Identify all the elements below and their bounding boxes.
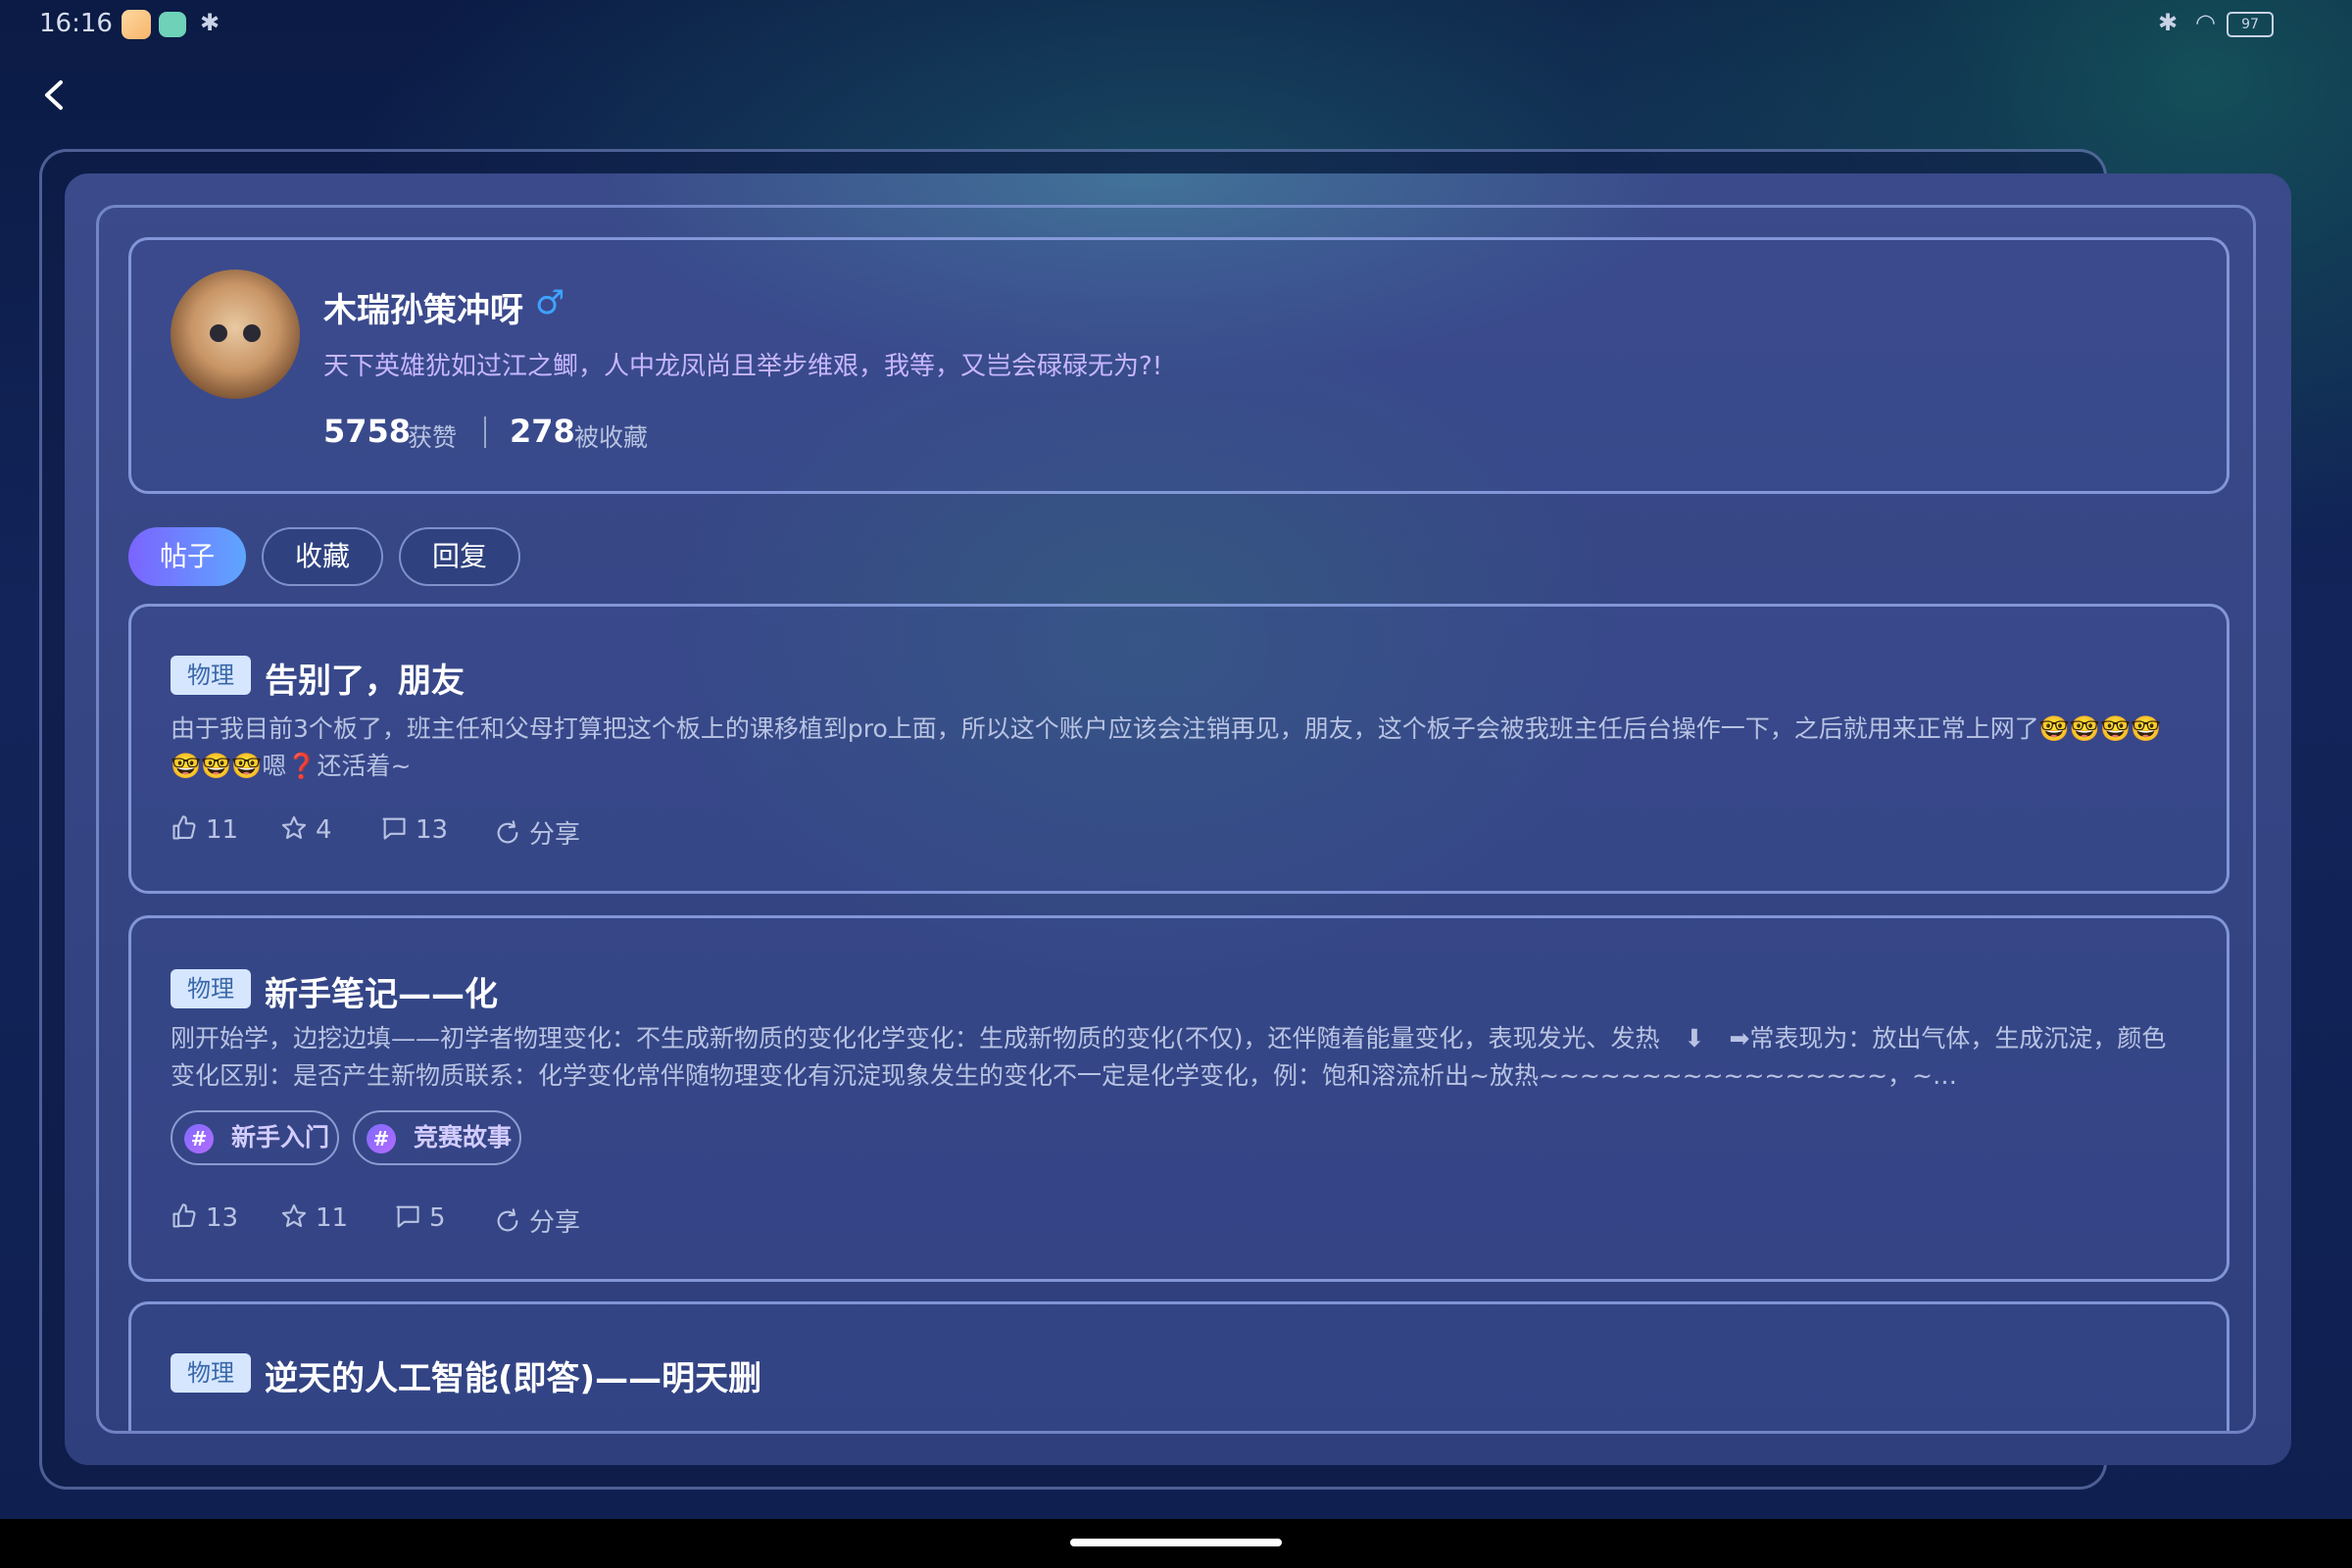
share-icon	[497, 820, 518, 844]
category-badge: 物理	[171, 1353, 251, 1393]
star-button[interactable]: 11	[280, 1202, 348, 1233]
comment-button[interactable]: 13	[380, 814, 448, 845]
post-title[interactable]: 新手笔记——化	[265, 967, 498, 1015]
back-button[interactable]	[35, 69, 74, 118]
star-count: 11	[316, 1203, 349, 1233]
favorites-label: 被收藏	[574, 423, 649, 452]
comment-icon	[396, 1205, 419, 1228]
app-notification-icon-2	[159, 12, 186, 37]
post-body: 刚开始学，边挖边填——初学者物理变化：不生成新物质的变化化学变化：生成新物质的变…	[171, 1024, 2167, 1090]
avatar[interactable]	[171, 270, 300, 399]
post-card[interactable]: 物理 新手笔记——化 刚开始学，边挖边填——初学者物理变化：不生成新物质的变化化…	[128, 915, 2230, 1282]
chevron-left-icon	[45, 80, 63, 110]
avatar-eye-left	[210, 324, 227, 342]
tab-favorites[interactable]: 收藏	[262, 527, 383, 586]
post-card[interactable]: 物理 告别了，朋友 由于我目前3个板了，班主任和父母打算把这个板上的课移植到pr…	[128, 604, 2230, 894]
topic-tag[interactable]: # 新手入门	[171, 1110, 339, 1165]
comment-icon	[382, 817, 406, 840]
tab-replies[interactable]: 回复	[399, 527, 520, 586]
comment-count: 5	[429, 1203, 446, 1233]
post-title[interactable]: 告别了，朋友	[265, 654, 465, 702]
thumbs-up-icon	[172, 815, 196, 840]
stat-divider	[484, 416, 486, 448]
category-badge: 物理	[171, 656, 251, 695]
user-bio: 天下英雄犹如过江之鲫，人中龙凤尚且举步维艰，我等，又岂会碌碌无为?!	[323, 352, 1163, 381]
like-count: 13	[206, 1203, 239, 1233]
like-button[interactable]: 13	[171, 1202, 238, 1233]
share-button[interactable]: 分享	[494, 1202, 580, 1239]
like-count: 11	[206, 815, 239, 845]
status-time: 16:16	[39, 9, 113, 38]
tag-label: 竞赛故事	[414, 1123, 513, 1152]
share-label: 分享	[529, 1208, 581, 1238]
username: 木瑞孙策冲呀	[323, 291, 523, 330]
profile-card: 木瑞孙策冲呀 ♂ 天下英雄犹如过江之鲫，人中龙凤尚且举步维艰，我等，又岂会碌碌无…	[128, 237, 2230, 494]
post-card[interactable]: 物理 逆天的人工智能(即答)——明天删	[128, 1301, 2230, 1431]
app-notification-icon	[122, 10, 151, 39]
star-count: 4	[316, 815, 332, 845]
thumbs-up-icon	[172, 1203, 196, 1228]
post-body: 由于我目前3个板了，班主任和父母打算把这个板上的课移植到pro上面，所以这个账户…	[171, 714, 2162, 780]
star-button[interactable]: 4	[280, 814, 332, 845]
bluetooth-icon: ✱	[200, 9, 220, 36]
star-icon	[281, 1203, 307, 1227]
share-label: 分享	[529, 820, 581, 850]
like-button[interactable]: 11	[171, 814, 238, 845]
hashtag-icon: #	[367, 1124, 396, 1153]
topic-tag[interactable]: # 竞赛故事	[353, 1110, 521, 1165]
likes-count: 5758	[323, 413, 412, 450]
avatar-eye-right	[243, 324, 261, 342]
bluetooth-status-icon: ✱	[2158, 9, 2179, 36]
battery-icon: 97	[2227, 12, 2274, 37]
profile-container: 木瑞孙策冲呀 ♂ 天下英雄犹如过江之鲫，人中龙凤尚且举步维艰，我等，又岂会碌碌无…	[96, 205, 2256, 1434]
share-button[interactable]: 分享	[494, 814, 580, 851]
home-indicator[interactable]	[1070, 1539, 1282, 1546]
tag-label: 新手入门	[231, 1123, 330, 1152]
likes-label: 获赞	[408, 423, 458, 452]
post-title[interactable]: 逆天的人工智能(即答)——明天删	[265, 1351, 761, 1399]
tab-posts[interactable]: 帖子	[128, 527, 246, 586]
favorites-count: 278	[510, 413, 575, 450]
comment-count: 13	[416, 815, 449, 845]
status-bar: 16:16 ✱ ✱ ◠ 97	[0, 0, 2352, 49]
share-icon	[497, 1208, 518, 1232]
star-icon	[281, 815, 307, 839]
male-icon: ♂	[535, 283, 565, 322]
comment-button[interactable]: 5	[394, 1202, 446, 1233]
category-badge: 物理	[171, 969, 251, 1008]
wifi-icon: ◠	[2195, 9, 2216, 36]
hashtag-icon: #	[184, 1124, 214, 1153]
